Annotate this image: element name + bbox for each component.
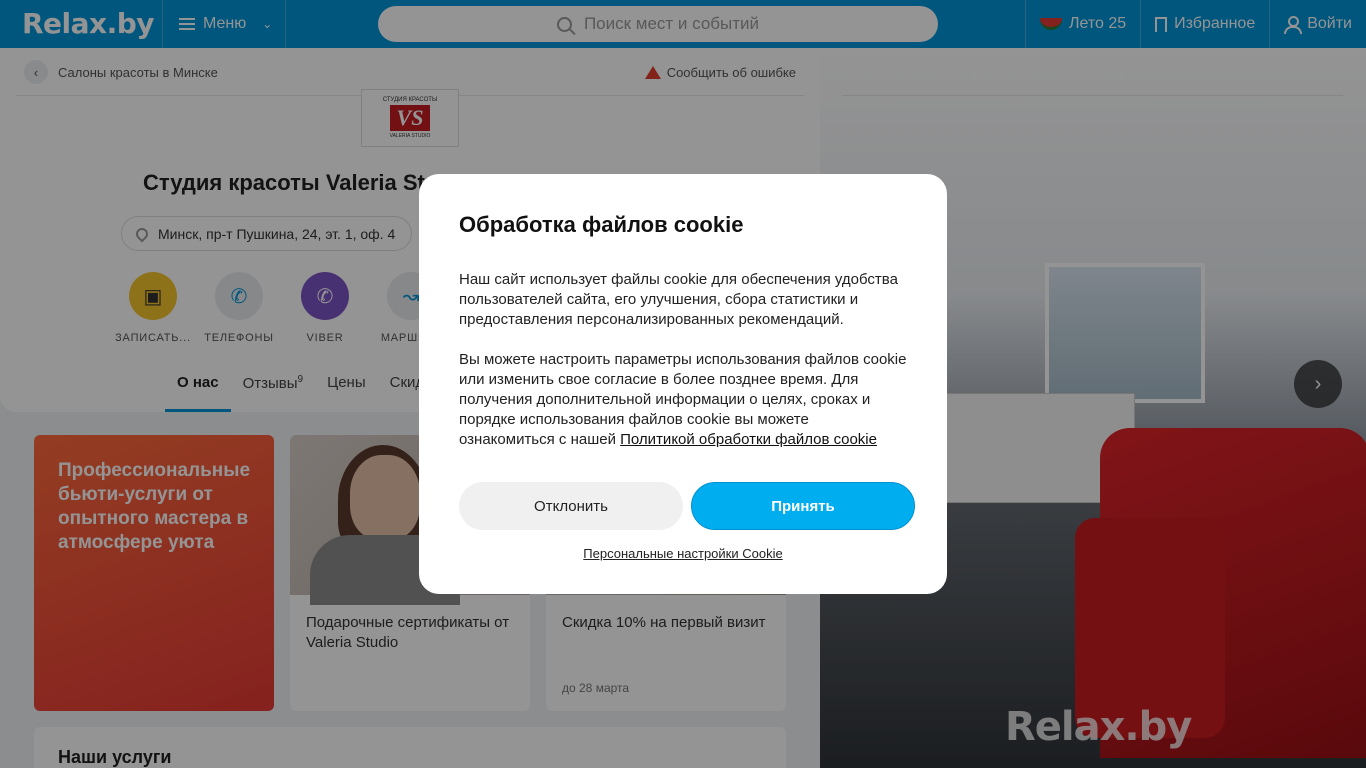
accept-button[interactable]: Принять — [691, 482, 915, 530]
decline-button[interactable]: Отклонить — [459, 482, 683, 530]
cookie-policy-link[interactable]: Политикой обработки файлов cookie — [620, 431, 877, 448]
cookie-paragraph-2: Вы можете настроить параметры использова… — [459, 350, 907, 450]
cookie-settings-link[interactable]: Персональные настройки Cookie — [419, 546, 947, 561]
cookie-modal: Обработка файлов cookie Наш сайт использ… — [419, 174, 947, 594]
cookie-paragraph-1: Наш сайт использует файлы cookie для обе… — [459, 271, 898, 328]
cookie-buttons: Отклонить Принять — [459, 482, 915, 530]
cookie-modal-title: Обработка файлов cookie — [459, 212, 744, 237]
